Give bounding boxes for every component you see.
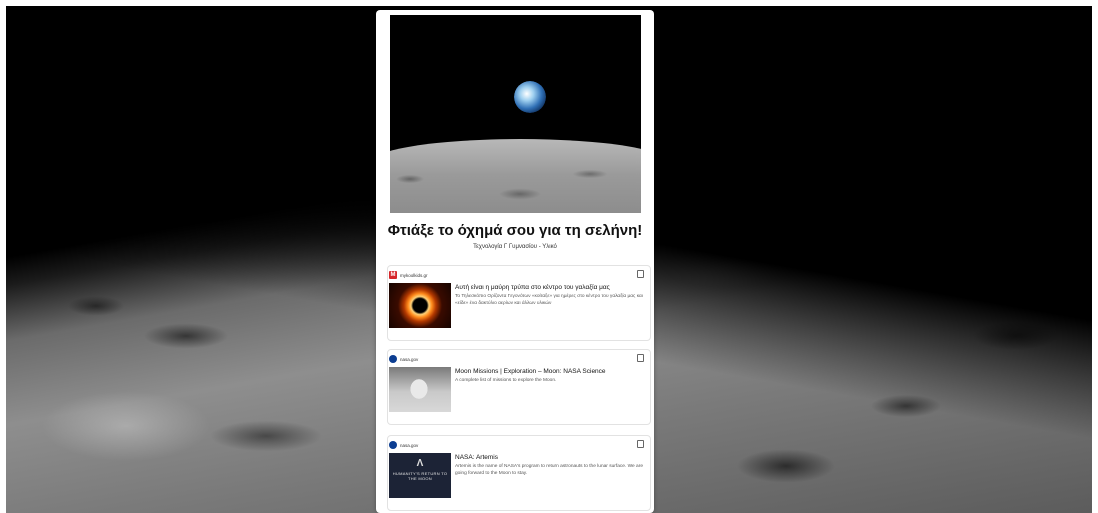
card-source: nasa.gov: [389, 355, 418, 363]
nasa-favicon-icon: [389, 355, 397, 363]
card-description: Artemis is the name of NASA's program to…: [455, 464, 643, 476]
card-source-label: nasa.gov: [400, 356, 419, 362]
link-card-blackhole[interactable]: M mykoolkids.gr Αυτή είναι η μαύρη τρύπα…: [387, 265, 651, 341]
artemis-thumbnail[interactable]: Λ HUMANITY'S RETURN TO THE MOON: [389, 453, 451, 498]
card-description: Το Τηλεσκόπιο Ορίζοντα Γεγονότων «κοίταξ…: [455, 294, 643, 306]
mykoolkids-favicon-icon: M: [389, 271, 397, 279]
card-title[interactable]: Αυτή είναι η μαύρη τρύπα στο κέντρο του …: [455, 284, 645, 292]
astronaut-thumbnail[interactable]: [389, 367, 451, 412]
card-source: M mykoolkids.gr: [389, 271, 428, 279]
black-hole-thumbnail[interactable]: [389, 283, 451, 328]
card-source-label: nasa.gov: [400, 442, 419, 448]
card-menu-icon[interactable]: [637, 354, 644, 362]
lunar-horizon: [390, 139, 641, 213]
earth-globe: [514, 81, 546, 113]
earthrise-hero-image: [390, 15, 641, 213]
page-title: Φτιάξε το όχημά σου για τη σελήνη!: [387, 222, 643, 239]
card-title[interactable]: Moon Missions | Exploration – Moon: NASA…: [455, 368, 645, 376]
card-menu-icon[interactable]: [637, 440, 644, 448]
page-subtitle: Τεχνολογία Γ Γυμνασίου - Υλικό: [473, 244, 557, 250]
link-card-moon-missions[interactable]: nasa.gov Moon Missions | Exploration – M…: [387, 349, 651, 425]
nasa-favicon-icon: [389, 441, 397, 449]
content-panel: Φτιάξε το όχημά σου για τη σελήνη! Τεχνο…: [376, 10, 654, 513]
card-title[interactable]: NASA: Artemis: [455, 454, 645, 462]
artemis-logo-icon: Λ: [416, 458, 424, 469]
link-card-artemis[interactable]: nasa.gov Λ HUMANITY'S RETURN TO THE MOON…: [387, 435, 651, 511]
card-source: nasa.gov: [389, 441, 418, 449]
card-source-label: mykoolkids.gr: [400, 272, 428, 278]
card-menu-icon[interactable]: [637, 270, 644, 278]
card-description: A complete list of missions to explore t…: [455, 378, 557, 383]
artemis-thumb-text: HUMANITY'S RETURN TO THE MOON: [392, 471, 448, 481]
